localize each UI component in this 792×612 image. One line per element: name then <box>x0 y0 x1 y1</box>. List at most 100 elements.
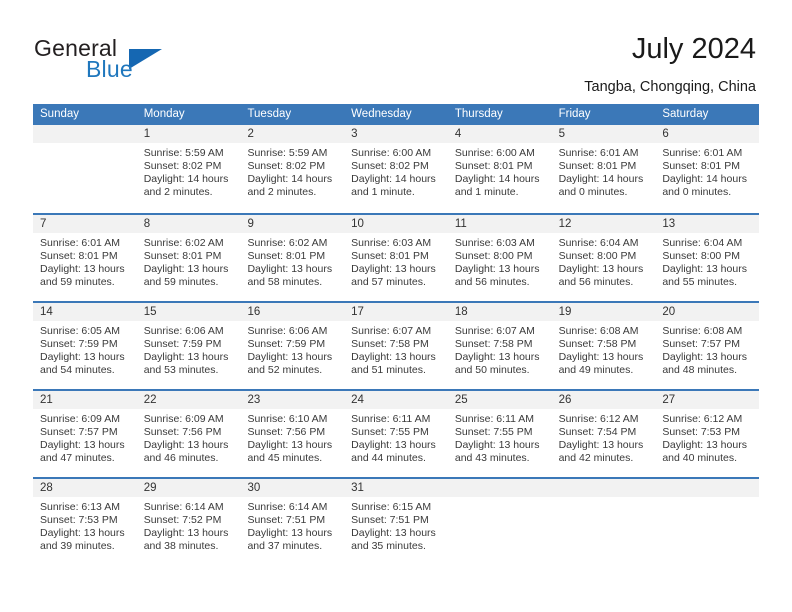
day-cell[interactable]: 28 Sunrise: 6:13 AM Sunset: 7:53 PM Dayl… <box>33 479 137 565</box>
calendar-page: General Blue July 2024 Tangba, Chongqing… <box>0 0 792 612</box>
day-details: Sunrise: 6:11 AM Sunset: 7:55 PM Dayligh… <box>344 409 448 465</box>
sunrise-text: Sunrise: 6:13 AM <box>40 501 120 513</box>
daylight-text-line2: and 37 minutes. <box>247 540 323 553</box>
day-cell[interactable]: 16 Sunrise: 6:06 AM Sunset: 7:59 PM Dayl… <box>240 303 345 389</box>
day-cell[interactable]: 12 Sunrise: 6:04 AM Sunset: 8:00 PM Dayl… <box>551 215 656 301</box>
day-cell[interactable]: 19 Sunrise: 6:08 AM Sunset: 7:58 PM Dayl… <box>551 303 656 389</box>
sunrise-text: Sunrise: 6:01 AM <box>662 147 743 159</box>
day-cell[interactable]: 22 Sunrise: 6:09 AM Sunset: 7:56 PM Dayl… <box>136 391 241 477</box>
sunset-text: Sunset: 8:01 PM <box>40 250 118 263</box>
day-details: Sunrise: 6:08 AM Sunset: 7:58 PM Dayligh… <box>552 321 656 377</box>
daylight-text-line2: and 48 minutes. <box>662 364 738 377</box>
sunset-text: Sunset: 7:59 PM <box>247 338 326 351</box>
daylight-text-line2: and 59 minutes. <box>143 276 219 289</box>
day-cell[interactable] <box>33 125 137 213</box>
daylight-text-line2: and 50 minutes. <box>454 364 530 377</box>
day-details: Sunrise: 6:06 AM Sunset: 7:59 PM Dayligh… <box>240 321 344 377</box>
daylight-text-line1: Daylight: 14 hours <box>351 173 436 186</box>
daylight-text-line1: Daylight: 14 hours <box>662 173 747 186</box>
day-cell[interactable]: 13 Sunrise: 6:04 AM Sunset: 8:00 PM Dayl… <box>655 215 760 301</box>
day-number: 19 <box>551 303 656 321</box>
day-details <box>552 497 656 501</box>
day-details: Sunrise: 6:00 AM Sunset: 8:01 PM Dayligh… <box>448 143 552 199</box>
day-cell[interactable]: 15 Sunrise: 6:06 AM Sunset: 7:59 PM Dayl… <box>136 303 241 389</box>
day-details <box>448 497 552 501</box>
day-number: 8 <box>136 215 241 233</box>
sunrise-text: Sunrise: 6:02 AM <box>143 237 224 249</box>
day-cell[interactable]: 10 Sunrise: 6:03 AM Sunset: 8:01 PM Dayl… <box>344 215 448 301</box>
day-cell[interactable]: 4 Sunrise: 6:00 AM Sunset: 8:01 PM Dayli… <box>447 125 552 213</box>
day-number: 31 <box>344 479 448 497</box>
day-details <box>33 143 137 147</box>
day-cell[interactable]: 9 Sunrise: 6:02 AM Sunset: 8:01 PM Dayli… <box>240 215 345 301</box>
day-number: 7 <box>33 215 137 233</box>
sunset-text: Sunset: 8:02 PM <box>247 160 326 173</box>
sunset-text: Sunset: 8:01 PM <box>662 160 740 173</box>
sunrise-text: Sunrise: 5:59 AM <box>143 147 224 159</box>
day-details: Sunrise: 6:00 AM Sunset: 8:02 PM Dayligh… <box>344 143 448 199</box>
day-cell[interactable]: 3 Sunrise: 6:00 AM Sunset: 8:02 PM Dayli… <box>344 125 448 213</box>
day-details: Sunrise: 6:11 AM Sunset: 7:55 PM Dayligh… <box>448 409 552 465</box>
day-cell[interactable]: 17 Sunrise: 6:07 AM Sunset: 7:58 PM Dayl… <box>344 303 448 389</box>
day-cell[interactable]: 5 Sunrise: 6:01 AM Sunset: 8:01 PM Dayli… <box>551 125 656 213</box>
day-cell[interactable]: 6 Sunrise: 6:01 AM Sunset: 8:01 PM Dayli… <box>655 125 760 213</box>
day-details: Sunrise: 6:03 AM Sunset: 8:00 PM Dayligh… <box>448 233 552 289</box>
day-number: 2 <box>240 125 345 143</box>
sunrise-text: Sunrise: 6:08 AM <box>558 325 639 337</box>
day-cell[interactable]: 14 Sunrise: 6:05 AM Sunset: 7:59 PM Dayl… <box>33 303 137 389</box>
daylight-text-line2: and 2 minutes. <box>247 186 317 199</box>
day-cell[interactable]: 2 Sunrise: 5:59 AM Sunset: 8:02 PM Dayli… <box>240 125 345 213</box>
day-number: 3 <box>344 125 448 143</box>
daylight-text-line2: and 2 minutes. <box>143 186 213 199</box>
sunset-text: Sunset: 7:59 PM <box>143 338 222 351</box>
daylight-text-line1: Daylight: 13 hours <box>247 439 333 452</box>
day-cell[interactable]: 1 Sunrise: 5:59 AM Sunset: 8:02 PM Dayli… <box>136 125 241 213</box>
day-cell[interactable]: 21 Sunrise: 6:09 AM Sunset: 7:57 PM Dayl… <box>33 391 137 477</box>
day-cell[interactable]: 20 Sunrise: 6:08 AM Sunset: 7:57 PM Dayl… <box>655 303 760 389</box>
daylight-text-line2: and 59 minutes. <box>40 276 115 289</box>
day-details: Sunrise: 6:09 AM Sunset: 7:56 PM Dayligh… <box>137 409 241 465</box>
day-cell[interactable]: 23 Sunrise: 6:10 AM Sunset: 7:56 PM Dayl… <box>240 391 345 477</box>
daylight-text-line2: and 38 minutes. <box>143 540 219 553</box>
daylight-text-line1: Daylight: 13 hours <box>40 527 125 540</box>
day-cell[interactable]: 27 Sunrise: 6:12 AM Sunset: 7:53 PM Dayl… <box>655 391 760 477</box>
sunrise-text: Sunrise: 6:03 AM <box>454 237 535 249</box>
general-blue-logo[interactable]: General Blue <box>34 35 214 83</box>
sunrise-text: Sunrise: 6:01 AM <box>40 237 120 249</box>
day-cell[interactable] <box>447 479 552 565</box>
day-number: 14 <box>33 303 137 321</box>
day-details: Sunrise: 6:04 AM Sunset: 8:00 PM Dayligh… <box>655 233 759 289</box>
day-details: Sunrise: 6:06 AM Sunset: 7:59 PM Dayligh… <box>137 321 241 377</box>
day-cell[interactable]: 18 Sunrise: 6:07 AM Sunset: 7:58 PM Dayl… <box>447 303 552 389</box>
day-cell[interactable]: 11 Sunrise: 6:03 AM Sunset: 8:00 PM Dayl… <box>447 215 552 301</box>
day-cell[interactable] <box>551 479 656 565</box>
sunset-text: Sunset: 8:00 PM <box>558 250 637 263</box>
day-number: 27 <box>655 391 760 409</box>
daylight-text-line2: and 52 minutes. <box>247 364 323 377</box>
sunrise-text: Sunrise: 6:12 AM <box>662 413 743 425</box>
sunset-text: Sunset: 7:52 PM <box>143 514 222 527</box>
day-cell[interactable]: 31 Sunrise: 6:15 AM Sunset: 7:51 PM Dayl… <box>344 479 448 565</box>
daylight-text-line2: and 56 minutes. <box>558 276 634 289</box>
day-cell[interactable]: 7 Sunrise: 6:01 AM Sunset: 8:01 PM Dayli… <box>33 215 137 301</box>
day-details: Sunrise: 6:02 AM Sunset: 8:01 PM Dayligh… <box>137 233 241 289</box>
daylight-text-line1: Daylight: 13 hours <box>40 351 125 364</box>
sunset-text: Sunset: 8:01 PM <box>247 250 326 263</box>
day-cell[interactable]: 29 Sunrise: 6:14 AM Sunset: 7:52 PM Dayl… <box>136 479 241 565</box>
day-cell[interactable]: 30 Sunrise: 6:14 AM Sunset: 7:51 PM Dayl… <box>240 479 345 565</box>
day-number: 13 <box>655 215 760 233</box>
day-number: 6 <box>655 125 760 143</box>
day-cell[interactable]: 24 Sunrise: 6:11 AM Sunset: 7:55 PM Dayl… <box>344 391 448 477</box>
day-cell[interactable]: 25 Sunrise: 6:11 AM Sunset: 7:55 PM Dayl… <box>447 391 552 477</box>
sunrise-text: Sunrise: 6:15 AM <box>351 501 432 513</box>
day-details: Sunrise: 6:02 AM Sunset: 8:01 PM Dayligh… <box>240 233 344 289</box>
day-cell[interactable]: 8 Sunrise: 6:02 AM Sunset: 8:01 PM Dayli… <box>136 215 241 301</box>
daylight-text-line1: Daylight: 13 hours <box>454 263 540 276</box>
daylight-text-line1: Daylight: 14 hours <box>454 173 540 186</box>
daylight-text-line1: Daylight: 13 hours <box>558 263 644 276</box>
day-details: Sunrise: 6:03 AM Sunset: 8:01 PM Dayligh… <box>344 233 448 289</box>
day-cell[interactable]: 26 Sunrise: 6:12 AM Sunset: 7:54 PM Dayl… <box>551 391 656 477</box>
weekday-header-saturday: Saturday <box>662 108 709 120</box>
daylight-text-line2: and 55 minutes. <box>662 276 738 289</box>
day-cell[interactable] <box>655 479 760 565</box>
